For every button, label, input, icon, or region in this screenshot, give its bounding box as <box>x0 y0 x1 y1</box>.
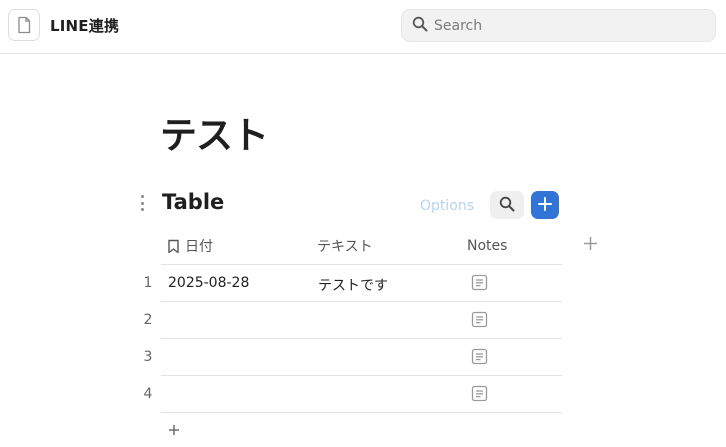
plus-icon <box>538 196 552 214</box>
add-record-button[interactable] <box>531 191 559 219</box>
column-header-text[interactable]: テキスト <box>317 236 373 256</box>
table-title: Table <box>162 190 225 214</box>
search-icon <box>412 16 428 36</box>
search-icon <box>499 196 515 215</box>
row-number: 4 <box>143 386 153 402</box>
add-row-button[interactable] <box>166 422 182 438</box>
row-divider <box>161 375 562 376</box>
bookmark-icon <box>167 239 180 254</box>
row-divider <box>161 338 562 339</box>
text-cell[interactable]: テストです <box>318 275 388 295</box>
note-icon[interactable] <box>471 348 488 365</box>
row-number: 1 <box>143 275 153 291</box>
app-title: LINE連携 <box>50 17 120 35</box>
row-number: 2 <box>143 312 153 328</box>
note-icon[interactable] <box>471 385 488 402</box>
row-divider <box>161 264 562 265</box>
drag-handle-icon[interactable] <box>138 195 146 211</box>
plus-icon <box>168 421 180 440</box>
row-divider <box>161 412 562 413</box>
options-button[interactable]: Options <box>420 196 474 216</box>
row-number: 3 <box>143 349 153 365</box>
date-cell[interactable]: 2025-08-28 <box>168 275 249 291</box>
column-label: テキスト <box>317 239 373 255</box>
table-search-button[interactable] <box>490 191 524 219</box>
column-label: 日付 <box>185 239 213 255</box>
note-icon[interactable] <box>471 311 488 328</box>
top-bar: LINE連携 <box>0 0 726 54</box>
column-header-notes[interactable]: Notes <box>467 236 507 256</box>
column-header-date[interactable]: 日付 <box>167 236 213 256</box>
page-title: テスト <box>160 114 269 157</box>
search-box[interactable] <box>401 9 716 42</box>
note-icon[interactable] <box>471 274 488 291</box>
row-divider <box>161 301 562 302</box>
plus-icon <box>583 236 598 255</box>
search-input[interactable] <box>434 17 694 34</box>
column-label: Notes <box>467 238 508 254</box>
document-icon[interactable] <box>8 9 40 41</box>
add-column-button[interactable] <box>580 235 600 255</box>
